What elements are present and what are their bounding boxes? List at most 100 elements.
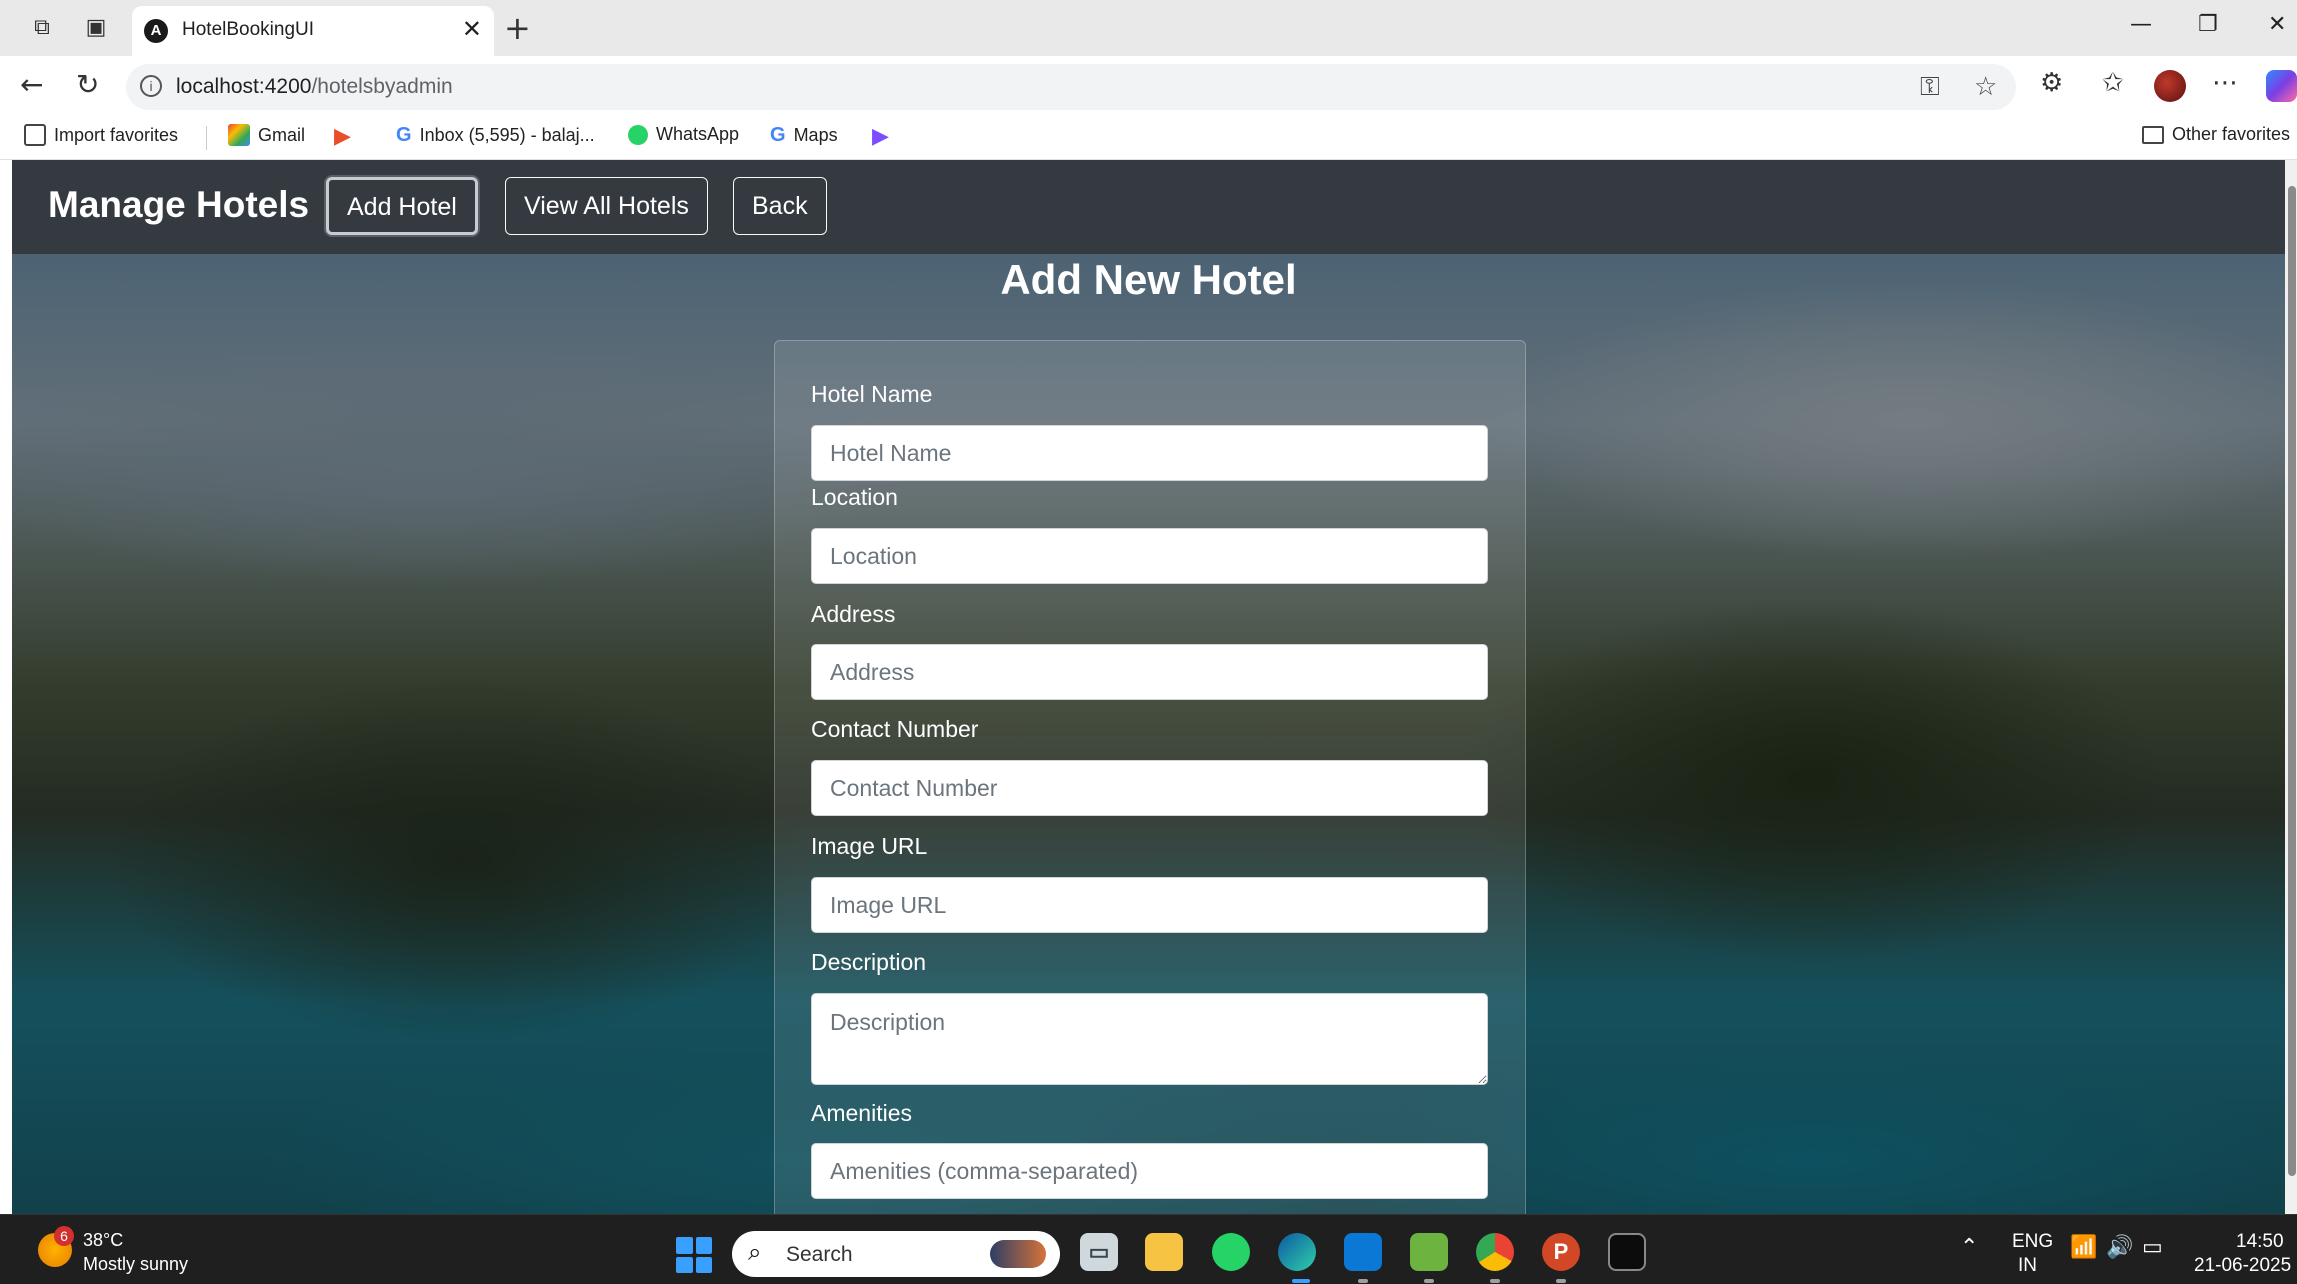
navbar-brand[interactable]: Manage Hotels: [48, 184, 309, 226]
contact-number-input[interactable]: [811, 760, 1488, 816]
image-url-input[interactable]: [811, 877, 1488, 933]
address-input[interactable]: [811, 644, 1488, 700]
close-tab-icon[interactable]: ✕: [462, 15, 482, 43]
workspaces-icon[interactable]: ⧉: [28, 14, 56, 42]
minimize-icon[interactable]: —: [2130, 12, 2152, 37]
bookmark-label: Maps: [793, 125, 838, 145]
folder-icon: [2142, 125, 2164, 144]
page-viewport: Manage Hotels Add Hotel View All Hotels …: [12, 160, 2285, 1214]
page-title: Add New Hotel: [1000, 256, 1297, 303]
more-menu-icon[interactable]: ⋯: [2212, 68, 2238, 98]
app-navbar: Manage Hotels Add Hotel View All Hotels …: [12, 160, 2285, 254]
bookmarks-bar: Import favorites Gmail ▶ G Inbox (5,595)…: [0, 116, 2297, 160]
browser-tab-active[interactable]: A HotelBookingUI ✕: [132, 6, 494, 56]
taskbar-search[interactable]: ⌕ Search: [732, 1231, 1060, 1277]
browser-tab-strip: ⧉ ▣ A HotelBookingUI ✕ + — ❐ ✕: [0, 0, 2297, 56]
view-all-hotels-button[interactable]: View All Hotels: [505, 177, 708, 235]
wifi-icon[interactable]: 📶: [2070, 1235, 2097, 1260]
bookmark-label: Gmail: [258, 124, 306, 145]
amenities-input[interactable]: [811, 1143, 1488, 1199]
volume-icon[interactable]: 🔊: [2106, 1235, 2133, 1260]
bookmark-label: WhatsApp: [656, 124, 740, 144]
location-input[interactable]: [811, 528, 1488, 584]
edge-active-indicator: [1292, 1279, 1310, 1283]
description-label: Description: [811, 949, 927, 975]
gmail-icon: [228, 124, 250, 146]
bookmark-whatsapp[interactable]: WhatsApp: [628, 124, 739, 145]
browser-toolbar: ← ↻ i localhost:4200/hotelsbyadmin ⚿ ☆ ⚙…: [0, 56, 2297, 116]
search-highlight-image: [990, 1240, 1046, 1268]
password-key-icon[interactable]: ⚿: [1920, 72, 1940, 103]
weather-description[interactable]: Mostly sunny: [83, 1254, 188, 1275]
show-hidden-icons-chevron-icon[interactable]: ⌃: [1960, 1235, 1978, 1260]
weather-badge: 6: [54, 1226, 74, 1246]
clock-date[interactable]: 21-06-2025: [2194, 1255, 2291, 1277]
add-hotel-button[interactable]: Add Hotel: [326, 177, 478, 235]
play-store-icon: ▶: [872, 124, 889, 149]
search-icon: ⌕: [748, 1238, 762, 1266]
address-label: Address: [811, 601, 896, 627]
start-windows-icon[interactable]: [676, 1237, 712, 1273]
extensions-icon[interactable]: ⚙: [2040, 68, 2063, 98]
powerpoint-icon[interactable]: P: [1542, 1233, 1580, 1271]
bookmark-play-2[interactable]: ▶: [872, 124, 889, 149]
refresh-icon[interactable]: ↻: [76, 69, 99, 101]
url-path: /hotelsbyadmin: [311, 75, 453, 98]
vertical-tabs-icon[interactable]: ▣: [82, 14, 110, 42]
back-button[interactable]: Back: [733, 177, 827, 235]
search-label: Search: [786, 1243, 853, 1266]
restore-icon[interactable]: ❐: [2198, 12, 2218, 37]
new-tab-icon[interactable]: +: [504, 10, 531, 46]
scrollbar-thumb[interactable]: [2288, 186, 2296, 1176]
whatsapp-app-icon[interactable]: [1212, 1233, 1250, 1271]
favorites-list-icon[interactable]: ✩: [2102, 68, 2124, 98]
angular-favicon-icon: A: [144, 19, 168, 43]
vscode-icon[interactable]: [1344, 1233, 1382, 1271]
whatsapp-icon: [628, 124, 648, 145]
bookmark-label: Import favorites: [54, 124, 179, 145]
edge-browser-icon[interactable]: [1278, 1233, 1316, 1271]
hotel-name-input[interactable]: [811, 425, 1488, 481]
description-textarea[interactable]: [811, 993, 1488, 1085]
back-arrow-icon[interactable]: ←: [20, 69, 43, 101]
import-icon: [24, 124, 46, 146]
chrome-indicator: [1490, 1279, 1500, 1283]
vscode-indicator: [1358, 1279, 1368, 1283]
bookmark-inbox[interactable]: G Inbox (5,595) - balaj...: [396, 124, 595, 147]
close-window-icon[interactable]: ✕: [2268, 12, 2286, 37]
google-icon: G: [770, 124, 786, 146]
add-hotel-form: Hotel Name Location Address Contact Numb…: [774, 340, 1526, 1214]
bookmark-import-favorites[interactable]: Import favorites: [24, 124, 178, 146]
url-text[interactable]: localhost:4200/hotelsbyadmin: [176, 75, 453, 99]
copilot-icon[interactable]: [2266, 70, 2297, 102]
amenities-label: Amenities: [811, 1100, 912, 1126]
image-url-label: Image URL: [811, 833, 928, 859]
url-host: localhost:4200: [176, 75, 312, 98]
task-view-icon[interactable]: ▭: [1080, 1233, 1118, 1271]
play-store-icon: ▶: [334, 124, 351, 149]
location-label: Location: [811, 484, 898, 510]
bookmark-label: Inbox (5,595) - balaj...: [419, 125, 595, 145]
hotel-name-label: Hotel Name: [811, 381, 933, 407]
site-info-icon[interactable]: i: [140, 75, 162, 97]
bookmark-maps[interactable]: G Maps: [770, 124, 838, 147]
bookmark-other-favorites[interactable]: Other favorites: [2142, 124, 2290, 145]
spring-tool-icon[interactable]: [1410, 1233, 1448, 1271]
weather-temperature[interactable]: 38°C: [83, 1230, 123, 1251]
battery-icon[interactable]: ▭: [2142, 1235, 2163, 1260]
address-bar[interactable]: i localhost:4200/hotelsbyadmin ⚿ ☆: [126, 64, 2016, 110]
powerpoint-indicator: [1556, 1279, 1566, 1283]
language-indicator-bottom[interactable]: IN: [2018, 1255, 2037, 1277]
clock-time[interactable]: 14:50: [2236, 1231, 2284, 1253]
google-icon: G: [396, 124, 412, 146]
bookmark-gmail[interactable]: Gmail: [228, 124, 305, 146]
file-explorer-icon[interactable]: [1145, 1233, 1183, 1271]
language-indicator-top[interactable]: ENG: [2012, 1231, 2053, 1253]
chrome-icon[interactable]: [1476, 1233, 1514, 1271]
profile-avatar[interactable]: [2154, 70, 2186, 102]
page-scrollbar[interactable]: [2285, 160, 2297, 1214]
terminal-icon[interactable]: [1608, 1233, 1646, 1271]
spring-indicator: [1424, 1279, 1434, 1283]
favorite-star-icon[interactable]: ☆: [1974, 72, 1997, 102]
bookmark-play[interactable]: ▶: [334, 124, 351, 149]
